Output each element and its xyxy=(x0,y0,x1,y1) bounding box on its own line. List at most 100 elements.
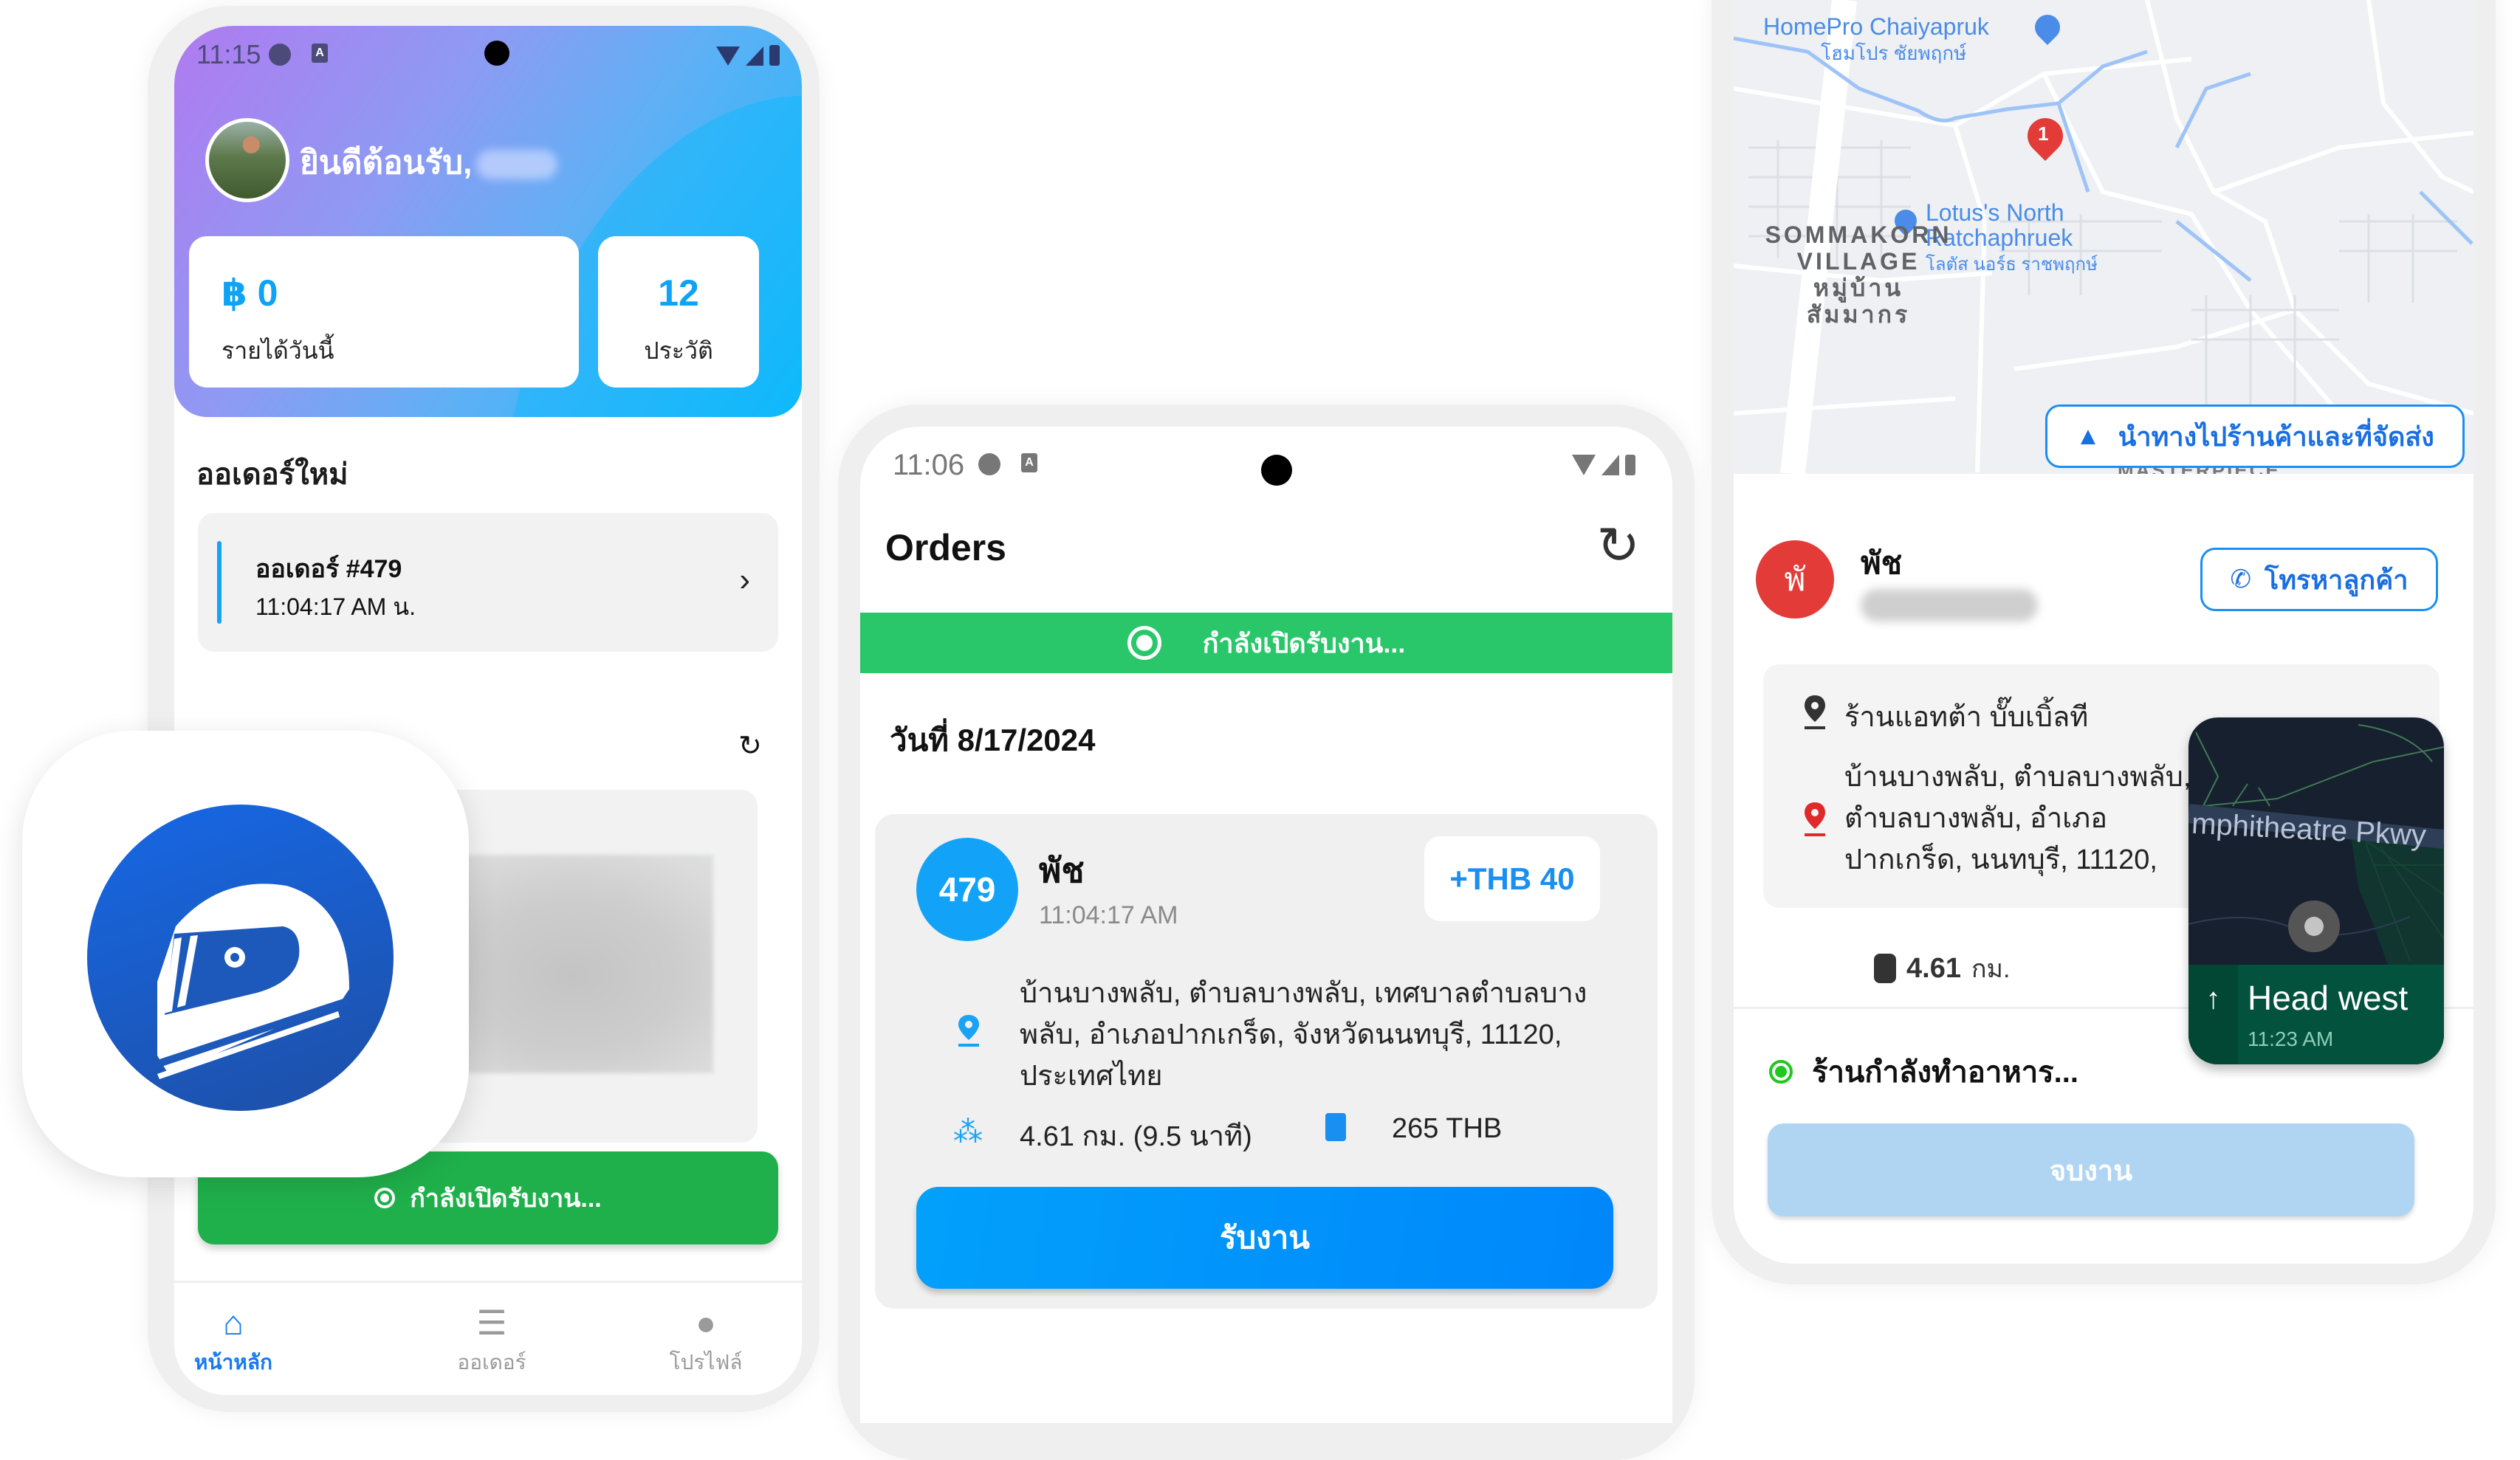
status-dot-icon xyxy=(1769,1060,1793,1084)
chevron-right-icon: › xyxy=(739,562,750,598)
distance-unit: กม. xyxy=(1971,955,2011,983)
customer-name: พัช xyxy=(1039,851,1085,889)
signal-icon xyxy=(746,47,763,66)
accent-bar xyxy=(217,541,222,624)
home-header: 11:15 A ยินดีต้อนรับ, ฿ 0 รายได้วันนี้ 1… xyxy=(174,26,802,417)
nav-tab-profile[interactable]: ● โปรไฟล์ xyxy=(632,1305,780,1379)
map-label-homepro: HomePro Chaiyapruk xyxy=(1763,13,1989,40)
finish-job-button[interactable]: จบงาน xyxy=(1768,1123,2414,1216)
navigation-arrow-icon: ▲ xyxy=(2076,421,2101,450)
a-badge-icon: A xyxy=(1021,453,1037,472)
accept-order-button[interactable]: รับงาน xyxy=(916,1187,1613,1289)
status-icons xyxy=(716,45,780,66)
new-orders-title: ออเดอร์ใหม่ xyxy=(196,458,349,491)
delivery-screen: HomePro Chaiyapruk โฮมโปร ชัยพฤกษ์ 1 Lot… xyxy=(1734,0,2473,1264)
map-marker-label: 1 xyxy=(2038,123,2049,145)
order-card[interactable]: 479 พัช 11:04:17 AM +THB 40 บ้านบางพลับ,… xyxy=(875,814,1658,1309)
nav-tab-home[interactable]: ⌂ หน้าหลัก xyxy=(174,1305,307,1379)
distance-row: 4.61 กม. xyxy=(1874,948,2010,988)
refresh-icon[interactable]: ↻ xyxy=(1596,515,1640,576)
blurred-username xyxy=(476,150,558,180)
nav-tab-label: หน้าหลัก xyxy=(194,1351,272,1374)
income-value: ฿ 0 xyxy=(222,272,278,314)
order-time: 11:04:17 AM xyxy=(1039,901,1178,929)
date-label: วันที่ 8/17/2024 xyxy=(890,723,1096,757)
distance-value: 4.61 xyxy=(1906,952,1961,984)
customer-avatar: พั xyxy=(1756,540,1834,619)
train-icon xyxy=(1874,954,1896,983)
destination-pin-icon xyxy=(1805,802,1825,836)
home-icon: ⌂ xyxy=(223,1304,244,1342)
history-label: ประวัติ xyxy=(644,337,713,364)
nav-eta: 11:23 AM xyxy=(2248,1027,2334,1050)
status-bar: 11:06 A xyxy=(860,427,1672,486)
delivery-fee-badge: +THB 40 xyxy=(1424,836,1600,921)
avatar[interactable] xyxy=(205,118,289,202)
history-value: 12 xyxy=(658,272,699,314)
profile-icon: ● xyxy=(696,1304,716,1342)
village-line-4: สัมมากร xyxy=(1806,301,1911,328)
map-label-homepro-th: โฮมโปร ชัยพฤกษ์ xyxy=(1821,42,1967,64)
nav-tab-label: โปรไฟล์ xyxy=(669,1351,743,1374)
nav-instruction: Head west xyxy=(2248,979,2409,1017)
new-order-item[interactable]: ออเดอร์ #479 11:04:17 AM น. › xyxy=(198,513,778,652)
order-status: ร้านกำลังทำอาหาร... xyxy=(1769,1048,2078,1095)
radio-icon xyxy=(374,1188,396,1208)
battery-icon xyxy=(1625,455,1635,475)
blurred-phone-number xyxy=(1861,589,2038,621)
location-pin-icon xyxy=(958,1015,979,1047)
destination-address: บ้านบางพลับ, ตำบลบางพลับ, ตำบลบางพลับ, อ… xyxy=(1844,762,2191,875)
app-icon xyxy=(22,731,469,1177)
order-status-label: ร้านกำลังทำอาหาร... xyxy=(1812,1056,2078,1089)
refresh-icon[interactable]: ↻ xyxy=(738,729,762,762)
navigate-button-label: นำทางไปร้านค้าและที่จัดส่ง xyxy=(2118,421,2434,452)
distance-text: 4.61 กม. (9.5 นาที) xyxy=(1020,1121,1252,1152)
history-card[interactable]: 12 ประวัติ xyxy=(598,236,759,388)
radio-icon xyxy=(1127,626,1161,660)
phone-icon: ✆ xyxy=(2230,565,2251,593)
online-status-label: กำลังเปิดรับงาน... xyxy=(1202,627,1406,658)
list-icon: ☰ xyxy=(476,1304,507,1342)
map-label-village: SOMMAKORN VILLAGE หมู่บ้าน สัมมากร xyxy=(1759,221,1958,328)
home-screen: 11:15 A ยินดีต้อนรับ, ฿ 0 รายได้วันนี้ 1… xyxy=(174,26,802,1395)
status-time: 11:06 xyxy=(893,449,965,481)
bottom-nav: ⌂ หน้าหลัก ☰ ออเดอร์ ● โปรไฟล์ xyxy=(174,1281,802,1395)
status-icons xyxy=(1572,455,1635,475)
delivery-address: บ้านบางพลับ, ตำบลบางพลับ, เทศบาลตำบลบางพ… xyxy=(1020,978,1587,1092)
route-icon: ⁂ xyxy=(953,1116,983,1149)
call-button-label: โทรหาลูกค้า xyxy=(2264,564,2409,595)
helmet-icon xyxy=(87,805,394,1111)
camera-cutout xyxy=(484,41,509,66)
greeting-label: ยินดีต้อนรับ, xyxy=(300,145,473,181)
store-pin-icon xyxy=(1805,695,1825,729)
order-number-badge: 479 xyxy=(916,838,1018,941)
welcome-text: ยินดีต้อนรับ, xyxy=(300,137,558,188)
income-label: รายได้วันนี้ xyxy=(222,337,334,364)
status-bar: 11:15 A xyxy=(174,26,802,85)
camera-cutout xyxy=(1261,455,1292,486)
arrow-up-icon: ↑ xyxy=(2188,965,2238,1064)
order-title: ออเดอร์ #479 xyxy=(255,555,402,583)
shop-name: ร้านแอทต้า บั๊บเบิ้ลที xyxy=(1844,702,2089,733)
gear-icon xyxy=(978,453,1000,475)
wifi-icon xyxy=(716,47,740,66)
gear-icon xyxy=(269,44,291,66)
navigate-button[interactable]: ▲ นำทางไปร้านค้าและที่จัดส่ง xyxy=(2045,404,2465,468)
orders-screen: 11:06 A Orders ↻ กำลังเปิดรับงาน... วันท… xyxy=(860,427,1672,1423)
nav-tab-label: ออเดอร์ xyxy=(457,1351,526,1374)
a-badge-icon: A xyxy=(312,44,328,63)
online-status-label: กำลังเปิดรับงาน... xyxy=(410,1185,602,1213)
status-time: 11:15 xyxy=(196,39,261,69)
nav-instruction-panel: ↑ Head west 11:23 AM xyxy=(2188,965,2444,1064)
call-customer-button[interactable]: ✆ โทรหาลูกค้า xyxy=(2200,548,2438,611)
map-view[interactable]: HomePro Chaiyapruk โฮมโปร ชัยพฤกษ์ 1 Lot… xyxy=(1734,0,2473,474)
customer-name: พัช xyxy=(1861,545,1903,580)
village-line-2: VILLAGE xyxy=(1796,248,1920,275)
order-price: 265 THB xyxy=(1392,1113,1503,1144)
income-card[interactable]: ฿ 0 รายได้วันนี้ xyxy=(189,236,579,388)
village-line-3: หมู่บ้าน xyxy=(1813,275,1904,301)
nav-tab-orders[interactable]: ☰ ออเดอร์ xyxy=(418,1305,566,1379)
navigation-pip[interactable]: mphitheatre Pkwy ↑ Head west 11:23 AM xyxy=(2188,717,2444,1064)
wifi-icon xyxy=(1572,455,1596,475)
village-line-1: SOMMAKORN xyxy=(1765,221,1952,248)
